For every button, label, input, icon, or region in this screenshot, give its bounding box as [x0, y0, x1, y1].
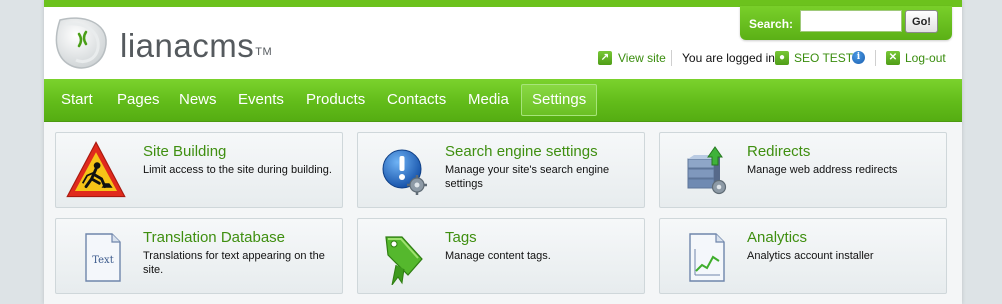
card-search-engine-settings[interactable]: Search engine settings Manage your site'…: [357, 132, 645, 208]
nav-item-pages[interactable]: Pages: [117, 79, 160, 121]
card-title: Site Building: [143, 143, 227, 160]
card-description: Manage your site's search engine setting…: [445, 164, 610, 190]
card-analytics[interactable]: Analytics Analytics account installer: [659, 218, 947, 294]
search-engine-settings-icon: [382, 149, 427, 195]
card-tags[interactable]: Tags Manage content tags.: [357, 218, 645, 294]
card-description: Manage content tags.: [445, 250, 551, 262]
logout-link[interactable]: Log-out: [905, 51, 946, 65]
user-name-link[interactable]: SEO TEST: [794, 51, 853, 65]
nav-item-contacts[interactable]: Contacts: [387, 79, 446, 121]
nav-item-news[interactable]: News: [179, 79, 217, 121]
main-nav: Start Pages News Events Products Contact…: [44, 79, 962, 122]
analytics-chart-icon: [689, 233, 725, 282]
card-description: Translations for text appearing on the s…: [143, 250, 325, 276]
nav-item-start[interactable]: Start: [61, 79, 93, 121]
card-description: Analytics account installer: [747, 250, 874, 262]
page-container: lianacmsTM Search: Go! ↗ View site You a…: [44, 0, 962, 304]
text-document-icon: Text: [85, 233, 121, 282]
tag-icon: [385, 236, 423, 285]
logout-icon[interactable]: ✕: [886, 51, 900, 65]
nav-item-settings[interactable]: Settings: [521, 84, 598, 116]
search-input[interactable]: [800, 10, 902, 32]
info-icon[interactable]: i: [852, 51, 865, 64]
user-icon: ●: [775, 51, 789, 65]
divider: [875, 50, 876, 66]
card-title: Analytics: [747, 229, 808, 246]
card-redirects[interactable]: Redirects Manage web address redirects: [659, 132, 947, 208]
nav-item-media[interactable]: Media: [468, 79, 509, 121]
redirect-server-icon: [687, 146, 727, 195]
card-description: Manage web address redirects: [747, 164, 898, 176]
divider: [671, 50, 672, 66]
nav-item-products[interactable]: Products: [306, 79, 365, 121]
card-site-building[interactable]: Site Building Limit access to the site d…: [55, 132, 343, 208]
card-translation-database[interactable]: Text Translation Database Translations f…: [55, 218, 343, 294]
card-title: Redirects: [747, 143, 811, 160]
card-description: Limit access to the site during building…: [143, 164, 332, 176]
search-go-button[interactable]: Go!: [905, 10, 938, 33]
logged-in-label: You are logged in:: [682, 51, 779, 65]
user-bar: ↗ View site You are logged in: ● SEO TES…: [44, 50, 962, 68]
external-link-icon[interactable]: ↗: [598, 51, 612, 65]
card-title: Translation Database: [143, 229, 286, 246]
nav-item-events[interactable]: Events: [238, 79, 284, 121]
search-label: Search:: [749, 17, 794, 31]
card-title: Search engine settings: [445, 143, 598, 160]
construction-sign-icon: [66, 141, 126, 198]
card-title: Tags: [445, 229, 477, 246]
search-panel: Search: Go!: [740, 6, 952, 40]
view-site-link[interactable]: View site: [618, 51, 666, 65]
document-icon-label: Text: [92, 255, 113, 266]
